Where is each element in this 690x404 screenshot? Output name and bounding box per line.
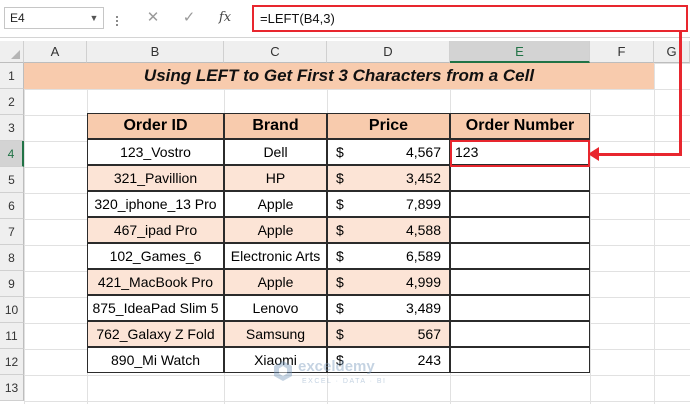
column-header-b[interactable]: B — [87, 41, 224, 63]
currency-symbol: $ — [336, 196, 344, 212]
cell-price[interactable]: $4,999 — [327, 269, 450, 295]
cell-order-id[interactable]: 875_IdeaPad Slim 5 — [87, 295, 224, 321]
cell-brand[interactable]: HP — [224, 165, 327, 191]
column-header-a[interactable]: A — [24, 41, 87, 63]
cell-order-number[interactable] — [450, 295, 590, 321]
row-header-5[interactable]: 5 — [0, 167, 24, 193]
row-header-7[interactable]: 7 — [0, 219, 24, 245]
row-header-13[interactable]: 13 — [0, 375, 24, 401]
cell-order-number[interactable] — [450, 217, 590, 243]
cell-order-id[interactable]: 102_Games_6 — [87, 243, 224, 269]
connector-line — [679, 31, 682, 156]
cell-price[interactable]: $3,489 — [327, 295, 450, 321]
arrow-left-icon — [588, 147, 599, 161]
row-header-12[interactable]: 12 — [0, 349, 24, 375]
row-header-8[interactable]: 8 — [0, 245, 24, 271]
cell-brand[interactable]: Apple — [224, 217, 327, 243]
cell-brand[interactable]: Lenovo — [224, 295, 327, 321]
insert-function-icon[interactable]: fx — [214, 8, 236, 28]
cell-brand[interactable]: Samsung — [224, 321, 327, 347]
cell-order-id[interactable]: 321_Pavillion — [87, 165, 224, 191]
watermark: exceldemy EXCEL · DATA · BI — [272, 356, 422, 396]
row-header-10[interactable]: 10 — [0, 297, 24, 323]
cell-brand[interactable]: Apple — [224, 269, 327, 295]
currency-symbol: $ — [336, 170, 344, 186]
cell-brand[interactable]: Apple — [224, 191, 327, 217]
row-header-6[interactable]: 6 — [0, 193, 24, 219]
price-value: 7,899 — [405, 196, 441, 212]
name-box-dropdown-icon[interactable]: ▼ — [86, 7, 102, 29]
column-header-g[interactable]: G — [654, 41, 690, 63]
currency-symbol: $ — [336, 274, 344, 290]
divider — [116, 24, 118, 26]
cancel-icon[interactable]: ✕ — [142, 8, 164, 28]
price-value: 4,999 — [405, 274, 441, 290]
header-order-number[interactable]: Order Number — [450, 113, 590, 139]
price-value: 567 — [417, 326, 441, 342]
cell-brand[interactable]: Dell — [224, 139, 327, 165]
currency-symbol: $ — [336, 222, 344, 238]
row-header-1[interactable]: 1 — [0, 63, 24, 89]
gridline — [590, 63, 591, 404]
exceldemy-logo-icon — [274, 361, 292, 381]
formula-input[interactable]: =LEFT(B4,3) — [252, 5, 688, 32]
cell-order-id[interactable]: 762_Galaxy Z Fold — [87, 321, 224, 347]
cell-price[interactable]: $6,589 — [327, 243, 450, 269]
divider — [116, 16, 118, 18]
cell-order-id[interactable]: 320_iphone_13 Pro — [87, 191, 224, 217]
header-brand[interactable]: Brand — [224, 113, 327, 139]
cell-price[interactable]: $3,452 — [327, 165, 450, 191]
price-value: 6,589 — [405, 248, 441, 264]
currency-symbol: $ — [336, 248, 344, 264]
enter-icon[interactable]: ✓ — [178, 8, 200, 28]
cell-order-number[interactable] — [450, 243, 590, 269]
currency-symbol: $ — [336, 144, 344, 160]
column-header-d[interactable]: D — [327, 41, 450, 63]
watermark-tagline: EXCEL · DATA · BI — [302, 378, 387, 385]
cell-price[interactable]: $7,899 — [327, 191, 450, 217]
cell-price[interactable]: $4,567 — [327, 139, 450, 165]
column-header-e[interactable]: E — [450, 41, 590, 63]
sheet-title[interactable]: Using LEFT to Get First 3 Characters fro… — [24, 63, 654, 89]
cell-brand[interactable]: Electronic Arts — [224, 243, 327, 269]
cell-order-number[interactable] — [450, 191, 590, 217]
cell-order-id[interactable]: 421_MacBook Pro — [87, 269, 224, 295]
cell-order-number[interactable] — [450, 321, 590, 347]
row-header-2[interactable]: 2 — [0, 89, 24, 115]
row-header-11[interactable]: 11 — [0, 323, 24, 349]
header-price[interactable]: Price — [327, 113, 450, 139]
price-value: 4,588 — [405, 222, 441, 238]
price-value: 3,489 — [405, 300, 441, 316]
watermark-name: exceldemy — [298, 358, 375, 375]
cell-order-number[interactable] — [450, 269, 590, 295]
cell-order-id[interactable]: 467_ipad Pro — [87, 217, 224, 243]
price-value: 3,452 — [405, 170, 441, 186]
header-order-id[interactable]: Order ID — [87, 113, 224, 139]
currency-symbol: $ — [336, 300, 344, 316]
row-header-4[interactable]: 4 — [0, 141, 24, 167]
cell-price[interactable]: $4,588 — [327, 217, 450, 243]
cell-order-id[interactable]: 123_Vostro — [87, 139, 224, 165]
connector-line — [596, 153, 682, 156]
column-header-f[interactable]: F — [590, 41, 654, 63]
cell-order-number[interactable] — [450, 347, 590, 373]
cell-order-number[interactable] — [450, 165, 590, 191]
row-header-3[interactable]: 3 — [0, 115, 24, 141]
gridline — [654, 63, 655, 404]
column-header-c[interactable]: C — [224, 41, 327, 63]
select-all-icon — [11, 50, 20, 59]
divider — [116, 20, 118, 22]
price-value: 4,567 — [405, 144, 441, 160]
row-header-9[interactable]: 9 — [0, 271, 24, 297]
currency-symbol: $ — [336, 326, 344, 342]
cell-price[interactable]: $567 — [327, 321, 450, 347]
highlight-box — [450, 140, 590, 167]
cell-order-id[interactable]: 890_Mi Watch — [87, 347, 224, 373]
